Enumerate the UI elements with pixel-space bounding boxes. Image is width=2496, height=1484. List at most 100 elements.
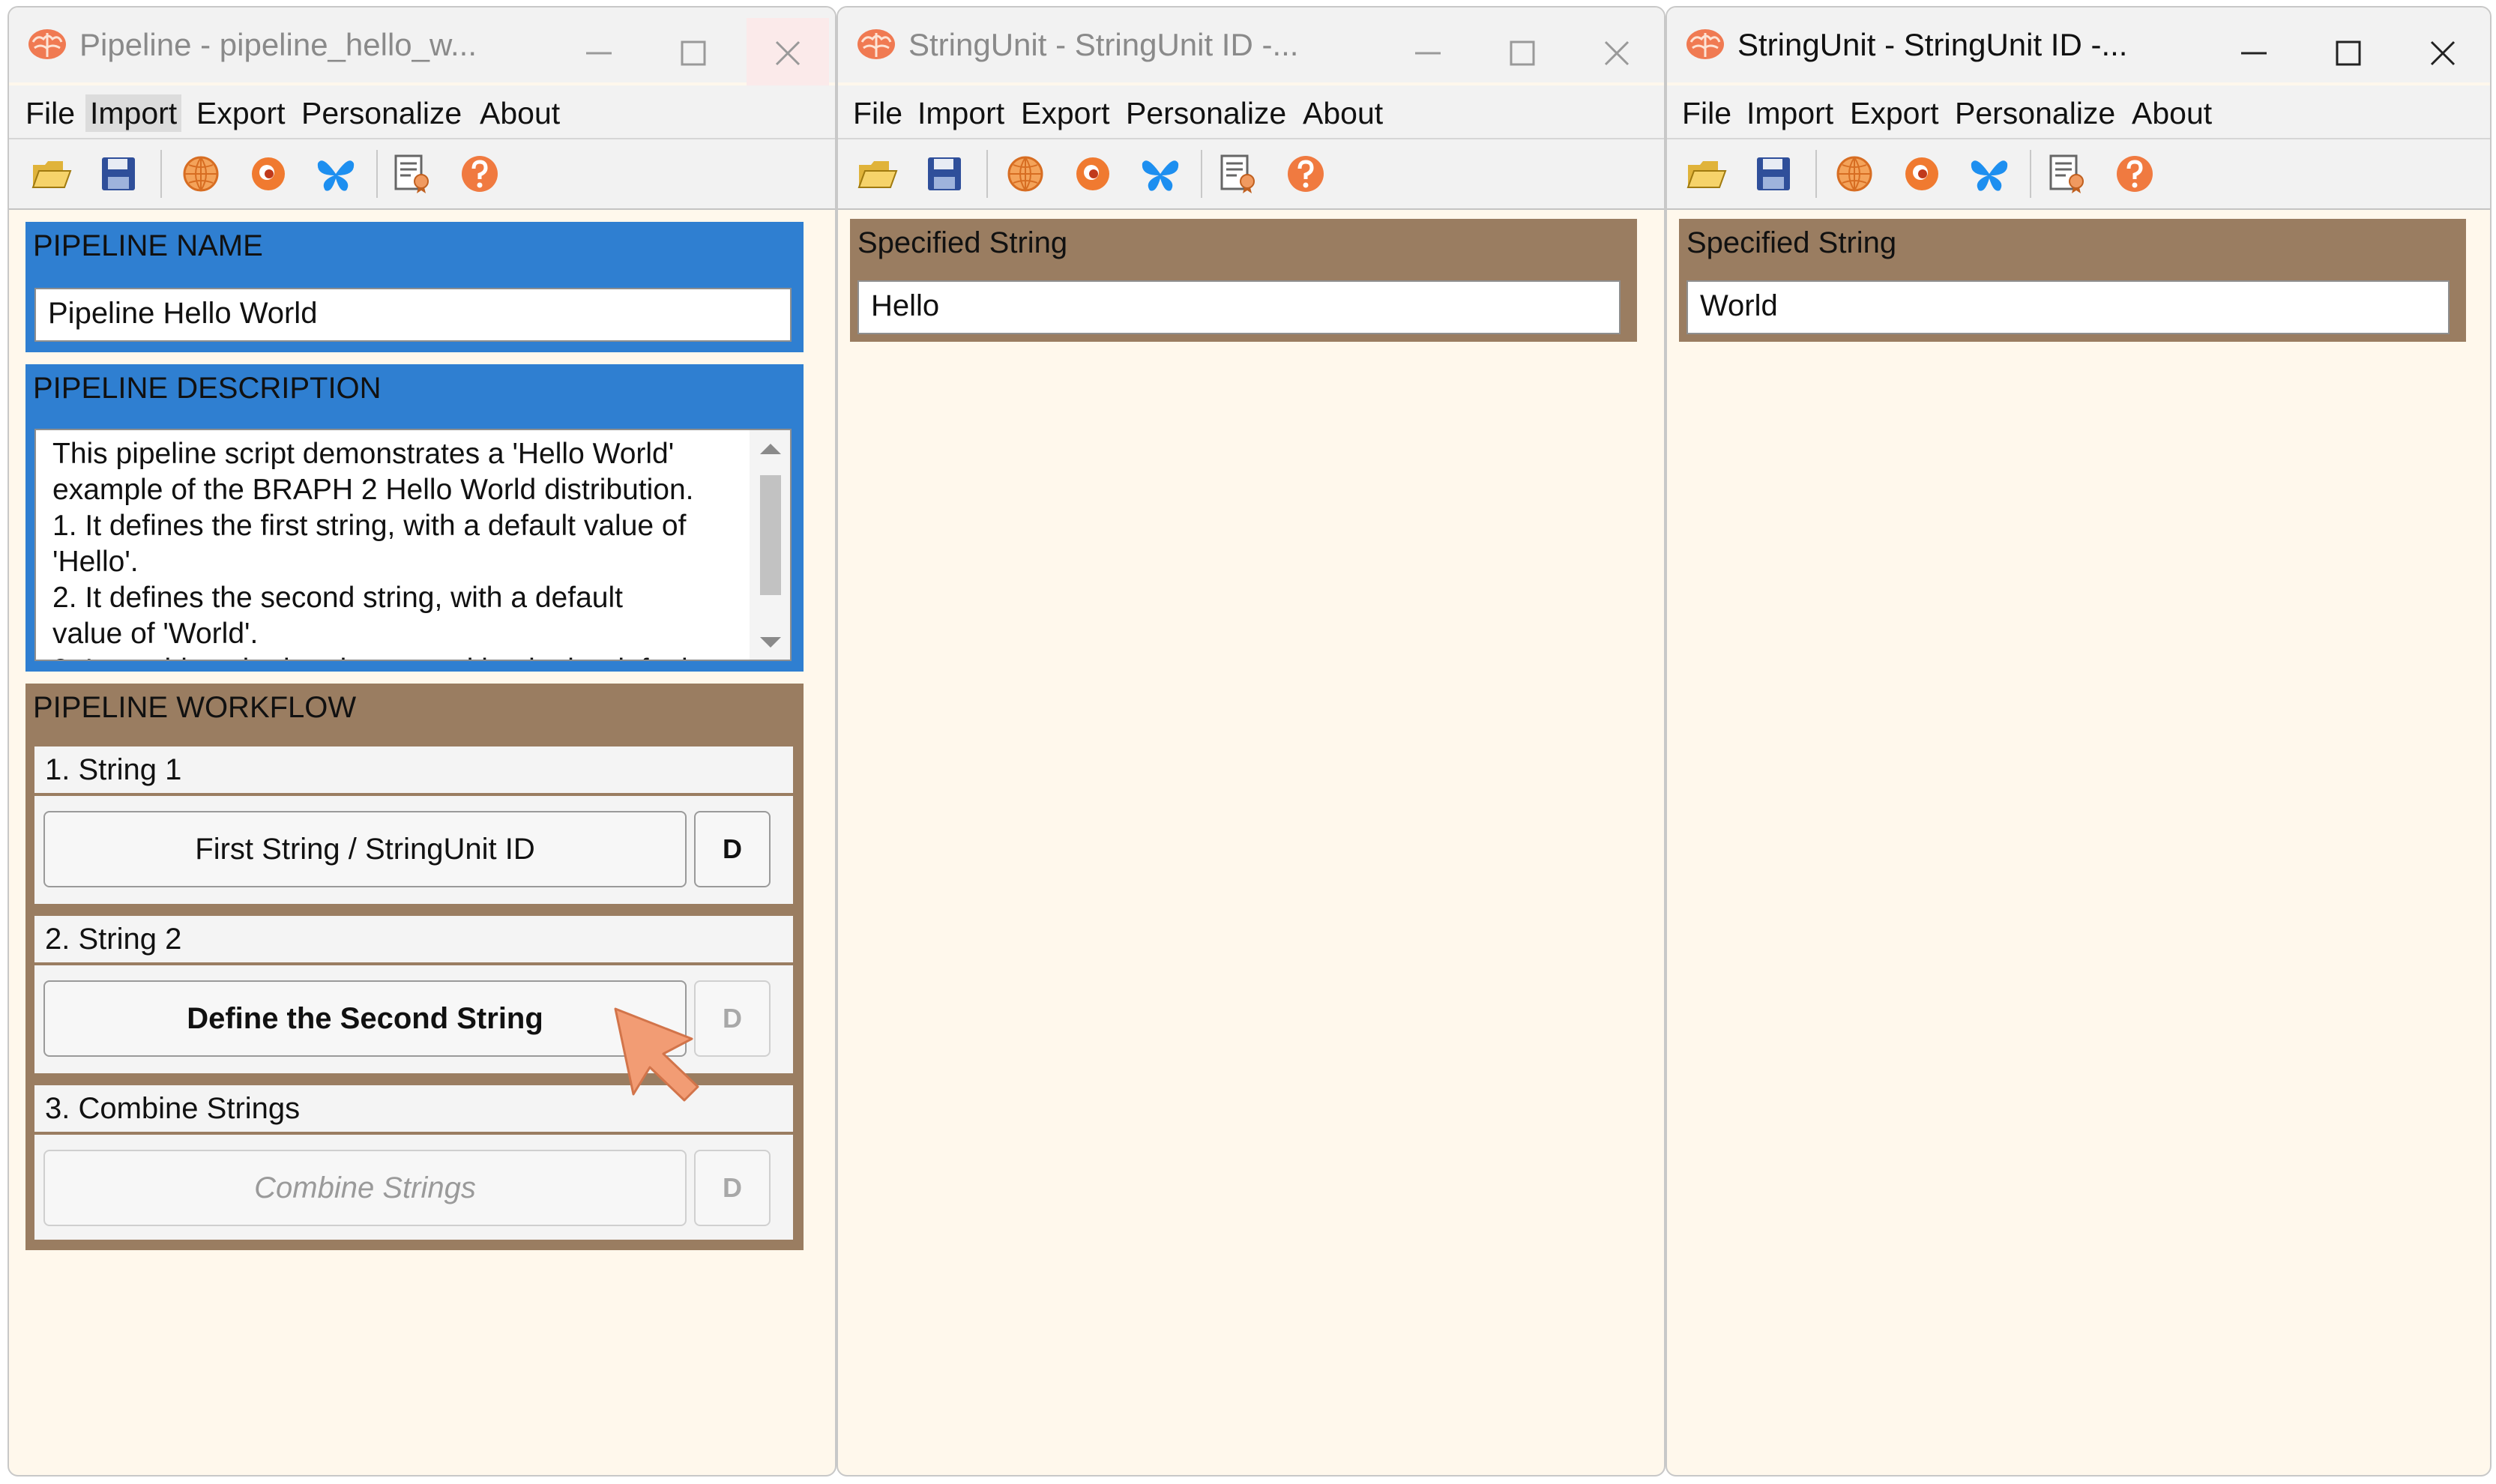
brain-orange-icon[interactable] [1901, 153, 1943, 195]
first-string-button[interactable]: First String / StringUnit ID [43, 811, 687, 887]
pipeline-name-label: PIPELINE NAME [33, 229, 263, 262]
description-scrollbar[interactable] [750, 430, 790, 660]
define-second-string-button[interactable]: Define the Second String [43, 980, 687, 1057]
specified-string-panel: Specified String World [1679, 219, 2466, 342]
menu-about[interactable]: About [1298, 94, 1387, 132]
window-title: StringUnit - StringUnit ID -... [908, 27, 1299, 62]
step-1-body: First String / StringUnit ID D [34, 796, 793, 904]
maximize-icon [681, 40, 706, 66]
specified-string-field[interactable]: World [1686, 280, 2450, 334]
menu-file[interactable]: File [21, 94, 79, 132]
menu-file[interactable]: File [1677, 94, 1736, 132]
menu-bar: File Import Export Personalize About [9, 85, 835, 139]
braph-brain-icon [1686, 29, 1724, 59]
stringunit-window-hello[interactable]: StringUnit - StringUnit ID -... File Imp… [836, 6, 1665, 1477]
scroll-up-icon[interactable] [760, 444, 781, 454]
description-line: example of the BRAPH 2 Hello World distr… [52, 474, 694, 506]
brain-orange-icon[interactable] [1072, 153, 1114, 195]
maximize-button[interactable] [1481, 18, 1564, 85]
menu-export[interactable]: Export [1016, 94, 1115, 132]
certificate-icon[interactable] [2046, 153, 2088, 195]
menu-personalize[interactable]: Personalize [297, 94, 466, 132]
scroll-thumb[interactable] [760, 475, 781, 595]
description-line: 3. It combines both strings, resulting i… [52, 654, 696, 660]
combine-strings-button[interactable]: Combine Strings [43, 1150, 687, 1226]
pipeline-window[interactable]: Pipeline - pipeline_hello_w... File Impo… [7, 6, 836, 1477]
step-1-delete-button[interactable]: D [694, 811, 771, 887]
maximize-button[interactable] [652, 18, 735, 85]
step-2-header: 2. String 2 [34, 916, 793, 962]
window-title: StringUnit - StringUnit ID -... [1737, 27, 2128, 62]
description-line: value of 'World'. [52, 618, 259, 650]
title-bar[interactable]: Pipeline - pipeline_hello_w... [9, 7, 835, 85]
menu-file[interactable]: File [848, 94, 907, 132]
save-icon[interactable] [923, 153, 965, 195]
menu-personalize[interactable]: Personalize [1950, 94, 2120, 132]
brain-orange-icon[interactable] [247, 153, 289, 195]
close-button[interactable] [1576, 18, 1658, 85]
menu-about[interactable]: About [475, 94, 564, 132]
pipeline-name-panel: PIPELINE NAME Pipeline Hello World [25, 222, 804, 352]
description-line: This pipeline script demonstrates a 'Hel… [52, 438, 675, 470]
butterfly-icon[interactable] [315, 153, 357, 195]
minimize-button[interactable] [1387, 18, 1469, 85]
globe-icon[interactable] [180, 153, 222, 195]
step-3-delete-button[interactable]: D [694, 1150, 771, 1226]
pipeline-workflow-label: PIPELINE WORKFLOW [33, 691, 357, 724]
specified-string-field[interactable]: Hello [857, 280, 1621, 334]
title-bar[interactable]: StringUnit - StringUnit ID -... [1667, 7, 2490, 82]
step-3-body: Combine Strings D [34, 1135, 793, 1240]
menu-import[interactable]: Import [1742, 94, 1838, 132]
butterfly-icon[interactable] [1139, 153, 1181, 195]
menu-export[interactable]: Export [1845, 94, 1944, 132]
toolbar-separator [160, 150, 162, 198]
certificate-icon[interactable] [1217, 153, 1259, 195]
pipeline-description-panel: PIPELINE DESCRIPTION This pipeline scrip… [25, 364, 804, 672]
mouse-cursor-icon [614, 1007, 699, 1102]
stringunit-window-world[interactable]: StringUnit - StringUnit ID -... File Imp… [1665, 6, 2492, 1477]
title-bar[interactable]: StringUnit - StringUnit ID -... [838, 7, 1664, 82]
menu-export[interactable]: Export [192, 94, 290, 132]
maximize-icon [1510, 40, 1535, 66]
menu-import[interactable]: Import [85, 94, 182, 132]
menu-about[interactable]: About [2127, 94, 2216, 132]
menu-bar: File Import Export Personalize About [1667, 85, 2490, 139]
save-icon[interactable] [1752, 153, 1794, 195]
globe-icon[interactable] [1004, 153, 1046, 195]
specified-string-label: Specified String [1686, 226, 1897, 259]
help-icon[interactable] [2114, 153, 2156, 195]
help-icon[interactable] [459, 153, 501, 195]
specified-string-label: Specified String [857, 226, 1068, 259]
toolbar [1667, 139, 2490, 210]
braph-brain-icon [28, 29, 66, 59]
close-button[interactable] [2402, 18, 2484, 85]
butterfly-icon[interactable] [1968, 153, 2010, 195]
globe-icon[interactable] [1833, 153, 1875, 195]
close-icon [2430, 40, 2456, 66]
certificate-icon[interactable] [391, 153, 433, 195]
open-folder-icon[interactable] [1685, 153, 1727, 195]
toolbar [838, 139, 1664, 210]
menu-import[interactable]: Import [913, 94, 1009, 132]
braph-brain-icon [857, 29, 895, 59]
minimize-icon [2241, 52, 2267, 55]
open-folder-icon[interactable] [30, 153, 72, 195]
pipeline-name-field[interactable]: Pipeline Hello World [34, 288, 792, 342]
menu-bar: File Import Export Personalize About [838, 85, 1664, 139]
description-line: 'Hello'. [52, 546, 139, 578]
minimize-button[interactable] [558, 18, 640, 85]
toolbar-separator [1815, 150, 1817, 198]
help-icon[interactable] [1285, 153, 1327, 195]
pipeline-description-field[interactable]: This pipeline script demonstrates a 'Hel… [34, 429, 792, 661]
save-icon[interactable] [97, 153, 139, 195]
minimize-button[interactable] [2213, 18, 2295, 85]
step-1-header: 1. String 1 [34, 746, 793, 793]
scroll-down-icon[interactable] [760, 637, 781, 648]
specified-string-panel: Specified String Hello [850, 219, 1637, 342]
toolbar-separator [1201, 150, 1202, 198]
maximize-button[interactable] [2307, 18, 2390, 85]
minimize-icon [1415, 52, 1441, 55]
open-folder-icon[interactable] [856, 153, 898, 195]
menu-personalize[interactable]: Personalize [1121, 94, 1291, 132]
close-button[interactable] [747, 18, 829, 85]
